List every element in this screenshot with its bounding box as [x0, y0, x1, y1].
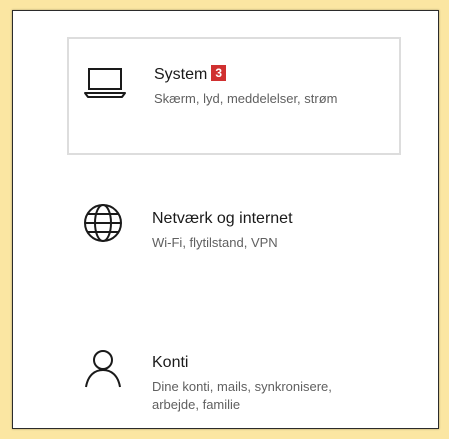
settings-tile-accounts[interactable]: Konti Dine konti, mails, synkronisere, a…: [67, 331, 401, 428]
tile-title: System 3: [154, 65, 227, 85]
tile-title: Konti: [152, 354, 189, 371]
tile-title: Netværk og internet: [152, 210, 293, 227]
tile-title-text: System: [154, 66, 208, 83]
tile-description: Dine konti, mails, synkronisere, arbejde…: [152, 379, 332, 412]
settings-panel: System 3 Skærm, lyd, meddelelser, strøm N…: [12, 10, 439, 429]
settings-tile-network[interactable]: Netværk og internet Wi-Fi, flytilstand, …: [67, 187, 401, 305]
person-icon: [79, 343, 127, 391]
notification-badge: 3: [211, 65, 227, 81]
settings-tile-system[interactable]: System 3 Skærm, lyd, meddelelser, strøm: [67, 37, 401, 155]
tile-description: Wi-Fi, flytilstand, VPN: [152, 235, 278, 250]
globe-icon: [79, 199, 127, 247]
laptop-icon: [81, 57, 129, 105]
tile-description: Skærm, lyd, meddelelser, strøm: [154, 91, 338, 106]
